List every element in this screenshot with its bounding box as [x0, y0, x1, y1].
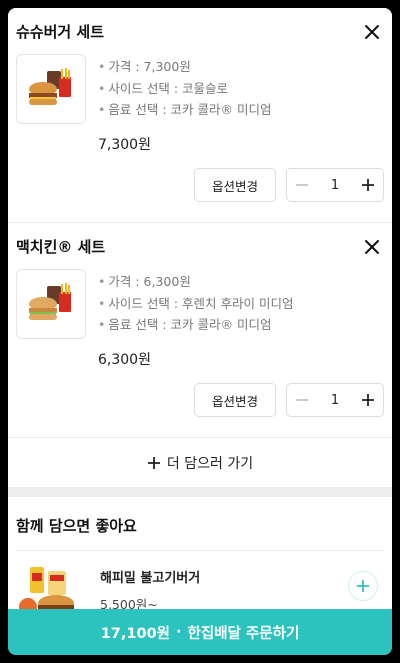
option-line: • 가격 : 6,300원 [98, 274, 191, 289]
cart-sheet: 슈슈버거 세트 • 가격 : 7,300원 • 사이드 선택 : 코울슬로 • 음 [8, 8, 392, 655]
plus-icon[interactable] [361, 178, 375, 192]
option-change-button[interactable]: 옵션변경 [194, 383, 276, 417]
close-icon [365, 25, 379, 39]
item-price: 7,300원 [98, 137, 151, 153]
quantity-stepper: 1 [286, 168, 384, 202]
option-line: • 사이드 선택 : 코울슬로 [98, 80, 229, 96]
plus-icon [357, 580, 369, 592]
cart-item-title: 맥치킨® 세트 [16, 238, 106, 256]
recommendations-title: 함께 담으면 좋아요 [16, 517, 137, 535]
recommendation-name: 해피밀 불고기버거 [100, 571, 201, 586]
cart-item: 슈슈버거 세트 • 가격 : 7,300원 • 사이드 선택 : 코울슬로 • 음 [8, 8, 392, 222]
option-line: • 음료 선택 : 코카 콜라® 미디엄 [98, 317, 272, 332]
chicken-set-image [16, 269, 86, 339]
cart-item: 맥치킨® 세트 • 가격 : 6,300원 • 사이드 선택 : 후렌치 후라이 미… [8, 223, 392, 437]
plus-icon [147, 456, 160, 469]
quantity-value: 1 [330, 392, 340, 408]
burger-set-image [16, 54, 86, 124]
order-separator: · [176, 624, 182, 640]
minus-icon[interactable] [295, 178, 309, 192]
add-more-label: 더 담으러 가기 [166, 455, 254, 472]
order-amount: 17,100원 [100, 625, 170, 642]
minus-icon[interactable] [295, 393, 309, 407]
plus-icon[interactable] [361, 393, 375, 407]
order-button[interactable]: 17,100원 · 한집배달 주문하기 [8, 609, 392, 655]
quantity-value: 1 [330, 177, 340, 193]
option-line: • 가격 : 7,300원 [98, 59, 191, 74]
quantity-stepper: 1 [286, 383, 384, 417]
option-change-button[interactable]: 옵션변경 [194, 168, 276, 202]
cart-item-title: 슈슈버거 세트 [16, 23, 105, 41]
remove-item-button[interactable] [362, 237, 382, 257]
add-recommendation-button[interactable] [348, 571, 378, 601]
item-price: 6,300원 [98, 352, 151, 368]
order-label: 한집배달 주문하기 [187, 625, 300, 642]
option-line: • 음료 선택 : 코카 콜라® 미디엄 [98, 102, 272, 117]
add-more-button[interactable]: 더 담으러 가기 [8, 437, 392, 487]
option-line: • 사이드 선택 : 후렌치 후라이 미디엄 [98, 295, 294, 311]
section-separator [8, 487, 392, 497]
remove-item-button[interactable] [362, 22, 382, 42]
close-icon [365, 240, 379, 254]
